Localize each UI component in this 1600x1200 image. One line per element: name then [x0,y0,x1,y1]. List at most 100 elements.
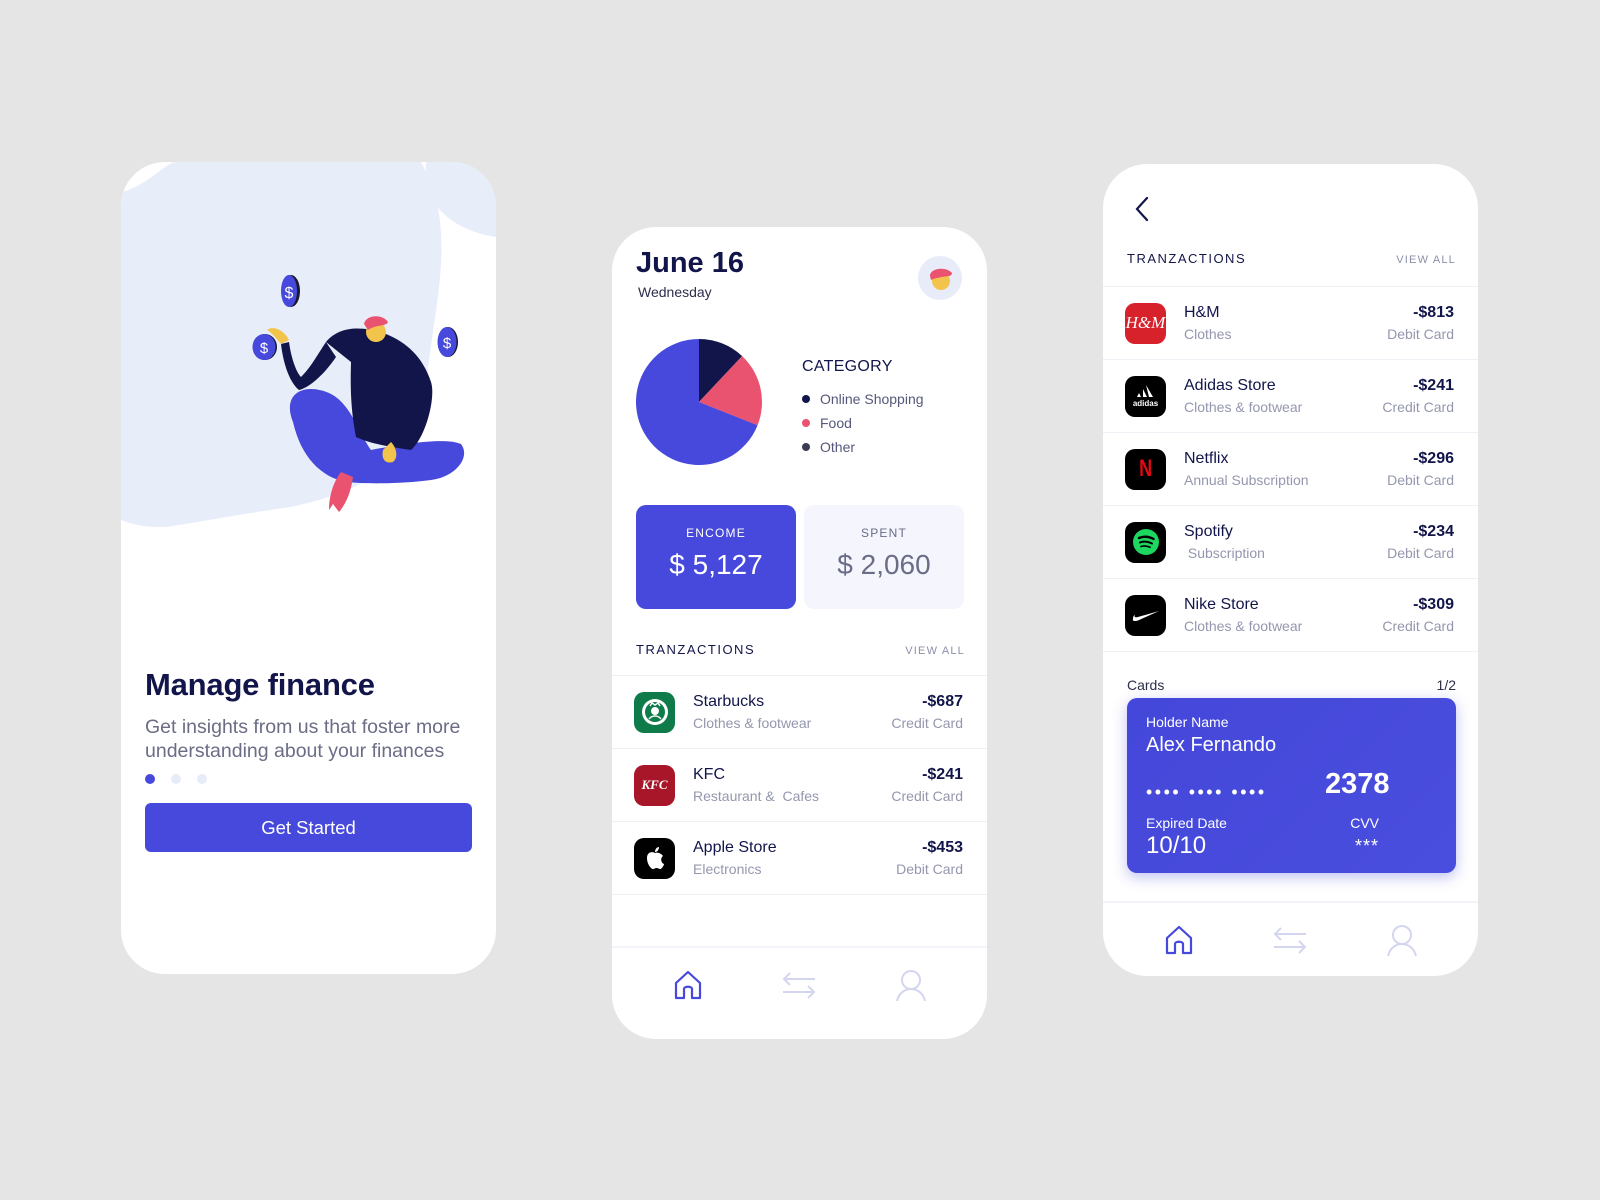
cards-header: Cards 1/2 [1127,677,1456,693]
transactions-list: Starbucks Clothes & footwear -$687 Credi… [612,675,987,895]
transaction-category: Clothes [1184,326,1232,342]
transaction-row[interactable]: Apple Store Electronics -$453 Debit Card [612,822,987,895]
legend-item-online-shopping: Online Shopping [802,387,924,411]
transaction-row[interactable]: adidas Adidas Store Clothes & footwear -… [1103,360,1478,433]
date-title: June 16 [636,247,744,279]
transactions-title: TRANZACTIONS [1127,251,1247,266]
transaction-method: Debit Card [1387,472,1454,488]
home-icon [1165,925,1192,954]
tab-home[interactable] [670,967,706,1003]
legend-label: Other [820,439,856,455]
cvv-label: CVV [1350,815,1379,831]
cards-label: Cards [1127,677,1165,693]
income-value: $ 5,127 [669,549,763,580]
transaction-amount: -$813 [1413,304,1454,321]
transactions-screen: TRANZACTIONS VIEW ALL H&M H&M Clothes -$… [1103,164,1478,976]
tab-transfers[interactable] [1272,922,1308,958]
bottom-tab-bar [612,946,987,1021]
transaction-row[interactable]: Nike Store Clothes & footwear -$309 Cred… [1103,579,1478,652]
transaction-method: Debit Card [1387,326,1454,342]
transaction-name: Spotify [1184,523,1233,540]
transaction-row[interactable]: KFC KFC Restaurant & Cafes -$241 Credit … [612,749,987,822]
transaction-method: Credit Card [1382,399,1454,415]
transaction-name: KFC [693,766,725,783]
page-indicator [145,774,207,784]
adidas-logo: adidas [1125,375,1166,417]
person-juggling-coins-illustration: $ $ $ [252,275,465,512]
back-button[interactable] [1129,194,1153,224]
tab-transfers[interactable] [781,967,817,1003]
card-last4: 2378 [1325,768,1390,800]
page-dot[interactable] [171,774,181,784]
chevron-left-icon [1135,196,1149,222]
bottom-tab-bar [1103,901,1478,976]
kfc-logo-text: KFC [641,777,668,792]
home-icon [674,970,701,999]
view-all-link[interactable]: VIEW ALL [905,645,965,657]
user-icon [896,969,927,1001]
coin-icon: $ [281,275,300,307]
cvv-value: *** [1354,836,1379,856]
transaction-method: Debit Card [896,861,963,877]
transaction-row[interactable]: Spotify Subscription -$234 Debit Card [1103,506,1478,579]
transaction-method: Debit Card [1387,545,1454,561]
income-card[interactable]: ENCOME $ 5,127 [636,505,796,609]
nike-logo [1125,594,1166,636]
transaction-method: Credit Card [891,715,963,731]
legend-dot [802,419,810,427]
transaction-row[interactable]: Starbucks Clothes & footwear -$687 Credi… [612,676,987,749]
transaction-category: Clothes & footwear [1184,618,1303,634]
weekday-label: Wednesday [638,284,712,300]
spent-card[interactable]: SPENT $ 2,060 [804,505,964,609]
page-dot-active[interactable] [145,774,155,784]
transaction-row[interactable]: H&M H&M Clothes -$813 Debit Card [1103,287,1478,360]
spent-label: SPENT [860,526,907,540]
tab-home[interactable] [1161,922,1197,958]
expiry-value: 10/10 [1146,832,1207,859]
user-icon [1387,924,1418,956]
transfer-arrows-icon [1274,926,1307,954]
transaction-name: Adidas Store [1184,377,1276,394]
page-dot[interactable] [197,774,207,784]
view-all-link[interactable]: VIEW ALL [1396,254,1456,266]
legend-label: Online Shopping [820,391,924,407]
category-pie-chart [636,339,762,465]
onboarding-screen: $ $ $ Manage finance Get insights from u… [121,162,496,974]
kfc-logo: KFC [634,764,675,806]
credit-card[interactable]: Holder Name Alex Fernando •••• •••• ••••… [1127,698,1456,873]
adidas-logo-text: adidas [1132,399,1159,408]
transaction-amount: -$241 [1413,377,1454,394]
user-avatar[interactable] [918,256,962,300]
legend-label: Food [820,415,852,431]
category-legend: Online Shopping Food Other [802,387,924,459]
transaction-method: Credit Card [1382,618,1454,634]
starbucks-logo [634,691,675,733]
svg-text:$: $ [260,340,269,357]
category-title: CATEGORY [802,358,893,375]
svg-text:$: $ [443,335,452,352]
onboarding-subtitle: Get insights from us that foster more un… [145,716,461,762]
get-started-button[interactable]: Get Started [145,803,472,852]
transaction-amount: -$234 [1413,523,1454,540]
legend-dot [802,443,810,451]
hm-logo-text: H&M [1125,313,1166,332]
tab-profile[interactable] [1384,922,1420,958]
transaction-name: Starbucks [693,693,765,710]
transaction-amount: -$687 [922,693,963,710]
transaction-amount: -$241 [922,766,963,783]
netflix-logo-text: N [1138,455,1153,482]
holder-name-label: Holder Name [1146,714,1229,730]
legend-item-food: Food [802,411,924,435]
transaction-name: Apple Store [693,839,777,856]
onboarding-title: Manage finance [145,667,375,702]
transactions-title: TRANZACTIONS [636,642,756,657]
transaction-amount: -$453 [922,839,963,856]
avatar-face-icon [930,268,952,290]
cards-pager: 1/2 [1436,677,1456,693]
transaction-amount: -$309 [1413,596,1454,613]
card-number-masked: •••• •••• •••• [1146,782,1267,802]
transaction-category: Annual Subscription [1184,472,1309,488]
expiry-label: Expired Date [1146,815,1227,831]
tab-profile[interactable] [893,967,929,1003]
transaction-row[interactable]: N Netflix Annual Subscription -$296 Debi… [1103,433,1478,506]
